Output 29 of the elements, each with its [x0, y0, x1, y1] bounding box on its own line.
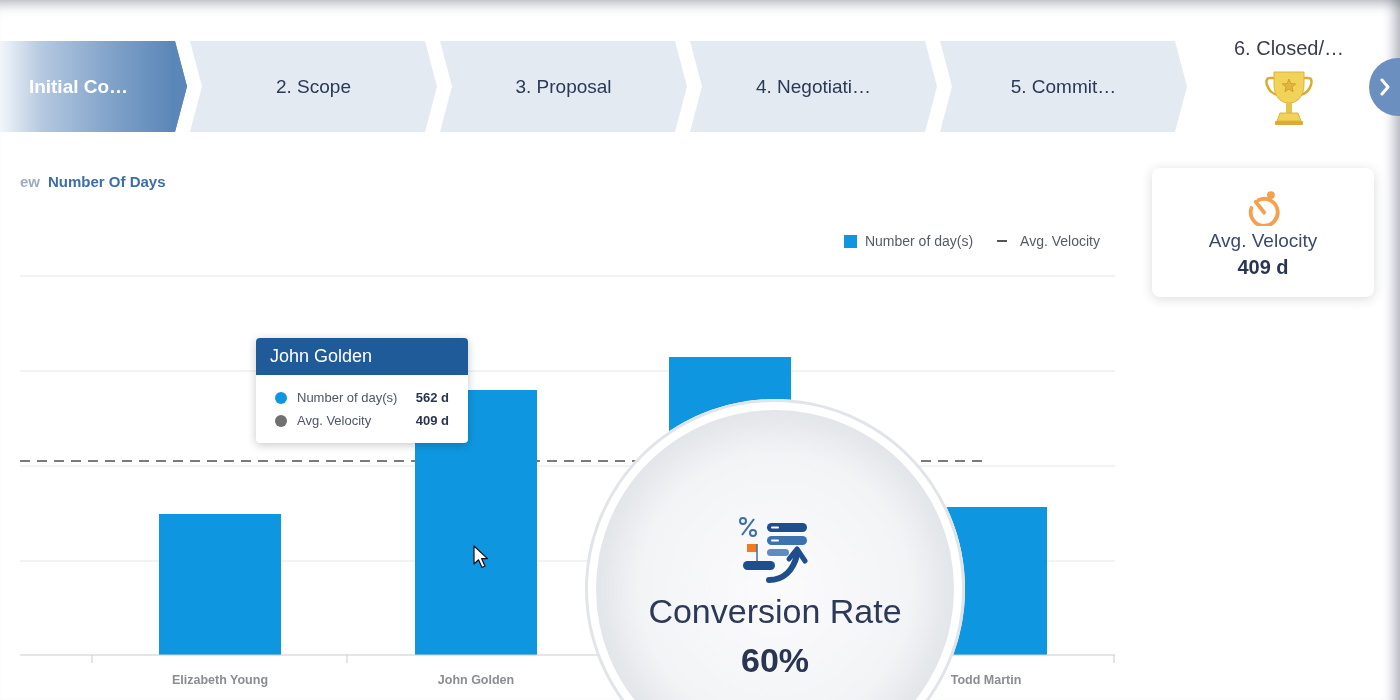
axis-label: Todd Martin: [950, 673, 1022, 687]
stage-step[interactable]: 2. Scope: [190, 41, 437, 132]
conversion-icon: [739, 517, 811, 585]
tooltip-title: John Golden: [270, 346, 373, 367]
stage-step[interactable]: 3. Proposal: [440, 41, 687, 132]
tooltip-label: Number of day(s): [297, 390, 399, 405]
stopwatch-icon: [1246, 190, 1280, 226]
chevron-right-icon: [1380, 78, 1390, 96]
tooltip-value: 409 d: [415, 413, 449, 428]
chart-bar[interactable]: [669, 357, 791, 432]
next-button[interactable]: [1369, 58, 1400, 116]
stage-step[interactable]: 5. Commit…: [940, 41, 1187, 132]
legend-label: Avg. Velocity: [1020, 233, 1100, 249]
tooltip-value: 562 d: [415, 390, 449, 405]
chart-title: Number Of Days: [48, 173, 166, 191]
legend-label: Number of day(s): [864, 233, 974, 249]
conversion-value: 60%: [740, 640, 810, 680]
chart-bar[interactable]: [946, 507, 1047, 655]
stage-step[interactable]: 4. Negotiati…: [690, 41, 937, 132]
velocity-value: 409 d: [1237, 255, 1289, 279]
axis-label: Elizabeth Young: [171, 673, 269, 687]
cursor-icon: [473, 545, 489, 569]
chart-bar[interactable]: [415, 390, 537, 655]
chart-title-fragment: ew: [20, 173, 40, 191]
velocity-label: Avg. Velocity: [1208, 230, 1318, 252]
axis-label: John Golden: [437, 673, 515, 687]
final-stage-label: 6. Closed/…: [1233, 36, 1345, 60]
conversion-label: Conversion Rate: [648, 591, 902, 631]
tooltip-label: Avg. Velocity: [297, 413, 373, 428]
